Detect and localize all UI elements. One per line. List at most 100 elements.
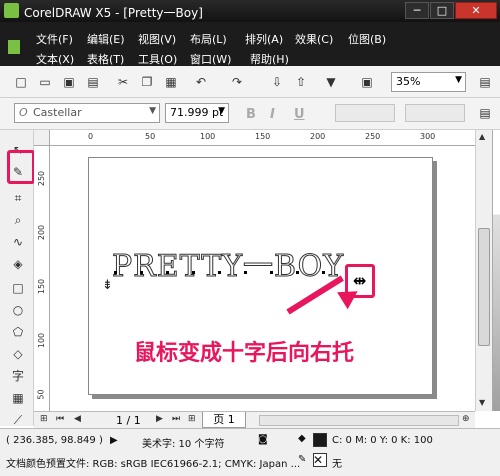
crop-tool-icon[interactable]: ⌗ bbox=[8, 188, 28, 208]
close-button[interactable]: ✕ bbox=[455, 2, 497, 19]
color-profile-info[interactable]: 文档颜色预置文件: RGB: sRGB IEC61966-2.1; CMYK: … bbox=[6, 455, 300, 470]
text-node-handle[interactable] bbox=[296, 271, 299, 274]
font-size-value: 71.999 pt bbox=[170, 106, 224, 119]
color-palette[interactable] bbox=[492, 130, 500, 411]
text-tool-icon[interactable]: 字 bbox=[8, 366, 28, 386]
fill-color-info: C: 0 M: 0 Y: 0 K: 100 bbox=[332, 435, 433, 446]
text-node-handle[interactable] bbox=[140, 271, 143, 274]
horizontal-ruler[interactable]: 0 50 100 150 200 250 300 bbox=[50, 130, 475, 146]
export-icon[interactable]: ⇧ bbox=[294, 75, 308, 89]
chevron-down-icon: ▼ bbox=[218, 106, 225, 116]
menu-table[interactable]: 表格(T) bbox=[87, 51, 124, 67]
add-page-icon[interactable]: ⊞ bbox=[40, 414, 48, 424]
menu-layout[interactable]: 布局(L) bbox=[190, 31, 227, 47]
vertical-scrollbar[interactable]: ▲ ▼ bbox=[475, 130, 492, 411]
page-tab[interactable]: 页 1 bbox=[202, 412, 246, 428]
undo-icon[interactable]: ↶ bbox=[194, 75, 208, 89]
rectangle-tool-icon[interactable]: □ bbox=[8, 278, 28, 298]
navigator-icon[interactable]: ⊕ bbox=[462, 414, 470, 424]
menu-text[interactable]: 文本(X) bbox=[36, 51, 74, 67]
menu-arrange[interactable]: 排列(A) bbox=[245, 31, 283, 47]
ellipse-tool-icon[interactable]: ○ bbox=[8, 300, 28, 320]
horizontal-scrollbar[interactable] bbox=[259, 415, 459, 426]
polygon-tool-icon[interactable]: ⬠ bbox=[8, 322, 28, 342]
text-node-handle[interactable] bbox=[322, 271, 325, 274]
text-options-icon[interactable]: ▤ bbox=[478, 106, 492, 120]
font-list-select[interactable]: O Castellar ▼ bbox=[14, 103, 160, 123]
object-details-icon[interactable]: ◙ bbox=[258, 434, 268, 445]
bold-button[interactable]: B bbox=[246, 107, 256, 122]
zoom-level-select[interactable]: 35% ▼ bbox=[391, 72, 466, 92]
text-node-handle[interactable] bbox=[218, 271, 221, 274]
table-tool-icon[interactable]: ▦ bbox=[8, 388, 28, 408]
menu-effects[interactable]: 效果(C) bbox=[295, 31, 333, 47]
italic-button[interactable]: I bbox=[270, 107, 275, 122]
text-node-handle[interactable] bbox=[166, 271, 169, 274]
ruler-tick-label: 250 bbox=[37, 170, 47, 187]
font-size-select[interactable]: 71.999 pt ▼ bbox=[165, 103, 229, 123]
drawing-canvas[interactable]: PRETTY一BOY ⇟ ⇹ 鼠标变成十字后向右托 bbox=[50, 147, 475, 411]
first-page-icon[interactable]: ⏮ bbox=[56, 414, 64, 424]
vertical-ruler[interactable]: 250 200 150 100 50 bbox=[34, 146, 50, 411]
zoom-level-value: 35% bbox=[396, 75, 421, 88]
ruler-tick-label: 200 bbox=[310, 132, 326, 141]
freehand-tool-icon[interactable]: ∿ bbox=[8, 232, 28, 252]
menu-view[interactable]: 视图(V) bbox=[138, 31, 176, 47]
paste-icon[interactable]: ▦ bbox=[164, 75, 178, 89]
scroll-down-icon[interactable]: ▼ bbox=[479, 398, 485, 407]
basic-shapes-tool-icon[interactable]: ◇ bbox=[8, 344, 28, 364]
last-page-icon[interactable]: ⏭ bbox=[172, 414, 180, 424]
ruler-tick-label: 100 bbox=[37, 332, 47, 349]
shape-tool-highlight bbox=[7, 150, 35, 184]
save-icon[interactable]: ▣ bbox=[62, 75, 76, 89]
menu-window[interactable]: 窗口(W) bbox=[190, 51, 231, 67]
fill-bucket-icon[interactable]: ◆ bbox=[298, 433, 306, 444]
outline-pen-icon[interactable]: ✎ bbox=[298, 454, 306, 465]
welcome-screen-icon[interactable]: ▣ bbox=[360, 75, 374, 89]
menu-bitmaps[interactable]: 位图(B) bbox=[348, 31, 386, 47]
import-icon[interactable]: ⇩ bbox=[270, 75, 284, 89]
status-bar: ( 236.385, 98.849 ) ▶ 美术字: 10 个字符 ◙ ◆ C:… bbox=[0, 428, 500, 476]
menu-file[interactable]: 文件(F) bbox=[36, 31, 73, 47]
dimension-tool-icon[interactable]: ⟋ bbox=[8, 410, 28, 430]
underline-button[interactable]: U bbox=[294, 107, 305, 122]
artistic-text[interactable]: PRETTY一BOY bbox=[111, 241, 344, 285]
fill-color-swatch[interactable] bbox=[313, 433, 327, 447]
menu-tools[interactable]: 工具(O) bbox=[138, 51, 177, 67]
text-spacing-handle-icon[interactable]: ⇟ bbox=[102, 278, 113, 293]
ruler-origin[interactable] bbox=[34, 130, 50, 146]
open-folder-icon[interactable]: ▭ bbox=[38, 75, 52, 89]
add-page-after-icon[interactable]: ⊞ bbox=[188, 414, 196, 424]
maximize-button[interactable]: □ bbox=[430, 2, 454, 19]
document-icon bbox=[8, 40, 20, 54]
prev-page-icon[interactable]: ◀ bbox=[74, 414, 81, 424]
publish-pdf-icon[interactable]: ▼ bbox=[324, 75, 338, 89]
text-node-handle[interactable] bbox=[270, 271, 273, 274]
menu-edit[interactable]: 编辑(E) bbox=[87, 31, 125, 47]
text-node-handle[interactable] bbox=[244, 271, 247, 274]
title-bar: CorelDRAW X5 - [Pretty一Boy] ─ □ ✕ bbox=[0, 0, 500, 22]
new-document-icon[interactable]: □ bbox=[14, 75, 28, 89]
zoom-tool-icon[interactable]: ⌕ bbox=[8, 210, 28, 230]
menu-help[interactable]: 帮助(H) bbox=[250, 51, 289, 67]
text-node-handle[interactable] bbox=[192, 271, 195, 274]
vertical-scroll-thumb[interactable] bbox=[478, 228, 490, 346]
redo-icon[interactable]: ↷ bbox=[230, 75, 244, 89]
minimize-button[interactable]: ─ bbox=[405, 2, 429, 19]
scroll-up-icon[interactable]: ▲ bbox=[479, 132, 485, 141]
cut-icon[interactable]: ✂ bbox=[116, 75, 130, 89]
text-node-handle[interactable] bbox=[114, 271, 117, 274]
opentype-font-icon: O bbox=[19, 106, 28, 119]
copy-icon[interactable]: ❐ bbox=[140, 75, 154, 89]
outline-none-label: 无 bbox=[332, 459, 342, 470]
status-play-icon: ▶ bbox=[110, 435, 118, 446]
coreldraw-app-icon bbox=[4, 3, 19, 18]
ruler-tick-label: 250 bbox=[365, 132, 381, 141]
standard-toolbar: □ ▭ ▣ ▤ ✂ ❐ ▦ ↶ ↷ ⇩ ⇧ ▼ ▣ 35% ▼ ▤ bbox=[0, 66, 500, 98]
smart-fill-tool-icon[interactable]: ◈ bbox=[8, 254, 28, 274]
chevron-down-icon: ▼ bbox=[149, 106, 156, 116]
print-icon[interactable]: ▤ bbox=[86, 75, 100, 89]
next-page-icon[interactable]: ▶ bbox=[156, 414, 163, 424]
object-info: 美术字: 10 个字符 bbox=[142, 439, 225, 450]
zoom-options-icon[interactable]: ▤ bbox=[478, 75, 492, 89]
